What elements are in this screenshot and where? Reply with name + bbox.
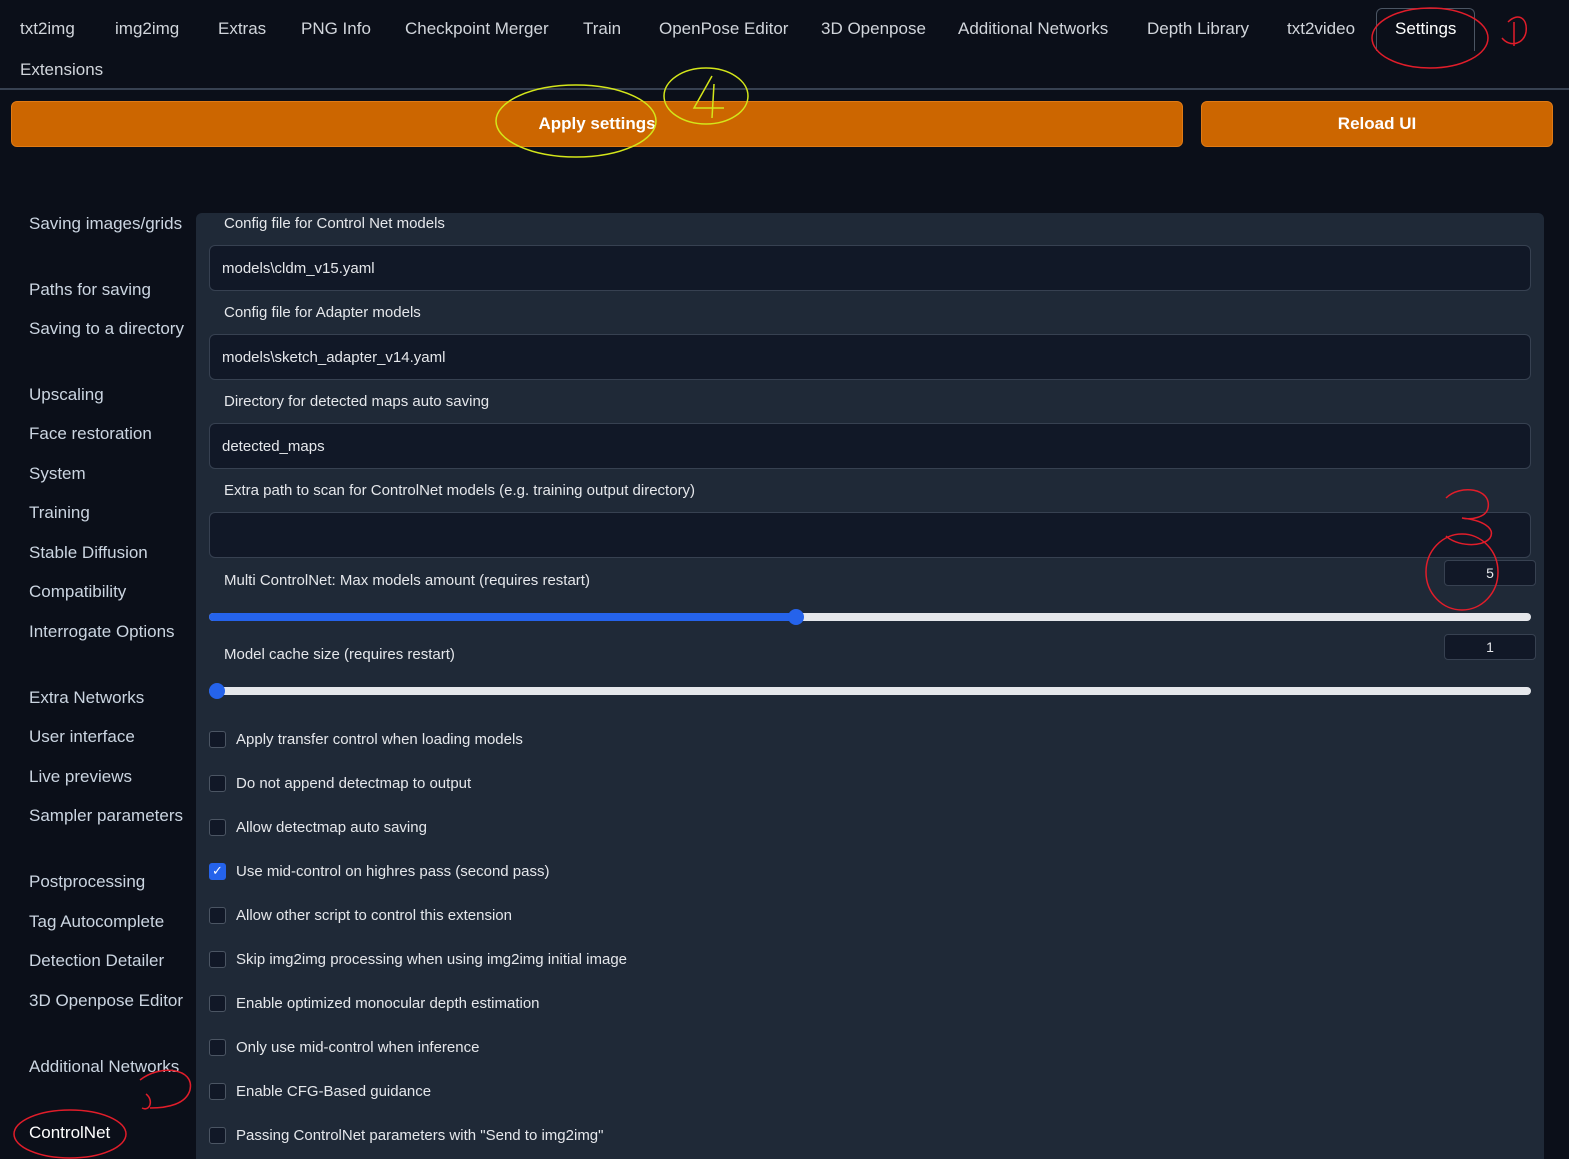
checkbox-label: Do not append detectmap to output — [236, 774, 472, 792]
sidebar-item-live-previews[interactable]: Live previews — [29, 764, 189, 790]
checkbox-label: Skip img2img processing when using img2i… — [236, 950, 628, 968]
cache-size-slider-thumb[interactable] — [209, 683, 225, 699]
checkbox-cfg-guidance[interactable]: Enable CFG-Based guidance — [209, 1081, 431, 1101]
checkbox-send-to-img2img[interactable]: Passing ControlNet parameters with "Send… — [209, 1125, 603, 1145]
sidebar-item-training[interactable]: Training — [29, 500, 189, 526]
checkbox-box[interactable] — [209, 1038, 226, 1056]
tab-txt2img[interactable]: txt2img — [20, 19, 75, 39]
tab-img2img[interactable]: img2img — [115, 19, 179, 39]
checkbox-transfer-control[interactable]: Apply transfer control when loading mode… — [209, 729, 523, 749]
sidebar-item-face-restoration[interactable]: Face restoration — [29, 421, 189, 447]
config-adapter-label: Config file for Adapter models — [224, 304, 421, 321]
checkbox-label: Passing ControlNet parameters with "Send… — [236, 1126, 604, 1144]
tab-settings[interactable]: Settings — [1376, 8, 1476, 51]
tab-png-info[interactable]: PNG Info — [301, 19, 371, 39]
checkbox-box[interactable] — [209, 730, 226, 748]
checkbox-other-script-control[interactable]: Allow other script to control this exten… — [209, 905, 512, 925]
cache-size-slider[interactable] — [209, 683, 1531, 699]
sidebar-item-extra-networks[interactable]: Extra Networks — [29, 685, 189, 711]
extra-path-input[interactable] — [209, 512, 1531, 558]
checkbox-detectmap-auto-saving[interactable]: Allow detectmap auto saving — [209, 817, 427, 837]
sidebar-item-upscaling[interactable]: Upscaling — [29, 382, 189, 408]
extra-path-label: Extra path to scan for ControlNet models… — [224, 482, 696, 499]
tab-depth-library[interactable]: Depth Library — [1147, 19, 1249, 39]
checkbox-box[interactable] — [209, 1126, 226, 1144]
max-models-number[interactable]: 5 — [1444, 560, 1536, 586]
sidebar-item-user-interface[interactable]: User interface — [29, 724, 189, 750]
checkbox-mid-control-inference[interactable]: Only use mid-control when inference — [209, 1037, 479, 1057]
tab-extensions[interactable]: Extensions — [20, 60, 103, 80]
max-models-slider-fill — [209, 613, 796, 621]
sidebar-item-stable-diffusion[interactable]: Stable Diffusion — [29, 540, 189, 566]
tab-additional-networks[interactable]: Additional Networks — [958, 19, 1108, 39]
checkbox-label: Allow detectmap auto saving — [236, 818, 427, 836]
max-models-slider-thumb[interactable] — [787, 609, 804, 625]
sidebar-item-controlnet[interactable]: ControlNet — [29, 1120, 189, 1146]
checkbox-label: Apply transfer control when loading mode… — [236, 730, 523, 748]
tab-3d-openpose[interactable]: 3D Openpose — [821, 19, 926, 39]
sidebar-item-3d-openpose-editor[interactable]: 3D Openpose Editor — [29, 988, 189, 1014]
sidebar-item-saving-directory[interactable]: Saving to a directory — [29, 316, 189, 342]
tab-checkpoint-merger[interactable]: Checkpoint Merger — [405, 19, 549, 39]
checkbox-label: Enable optimized monocular depth estimat… — [236, 994, 540, 1012]
checkbox-no-append-detectmap[interactable]: Do not append detectmap to output — [209, 773, 471, 793]
reload-ui-button[interactable]: Reload UI — [1201, 101, 1553, 147]
checkbox-label: Enable CFG-Based guidance — [236, 1082, 432, 1100]
sidebar-item-sampler-parameters[interactable]: Sampler parameters — [29, 803, 189, 829]
checkbox-box[interactable] — [209, 774, 226, 792]
tab-train[interactable]: Train — [583, 19, 621, 39]
checkbox-box[interactable] — [209, 950, 226, 968]
settings-sidebar: Saving images/grids Paths for saving Sav… — [0, 205, 196, 1159]
checkbox-label: Use mid-control on highres pass (second … — [236, 862, 550, 880]
checkbox-label: Allow other script to control this exten… — [236, 906, 512, 924]
checkbox-box[interactable] — [209, 906, 226, 924]
max-models-label: Multi ControlNet: Max models amount (req… — [224, 572, 590, 589]
detected-dir-input[interactable]: detected_maps — [209, 423, 1531, 469]
tab-extras[interactable]: Extras — [218, 19, 266, 39]
sidebar-item-detection-detailer[interactable]: Detection Detailer — [29, 948, 189, 974]
checkbox-box[interactable]: ✓ — [209, 862, 226, 880]
config-adapter-input[interactable]: models\sketch_adapter_v14.yaml — [209, 334, 1531, 380]
sidebar-item-system[interactable]: System — [29, 461, 189, 487]
controlnet-settings-panel: Config file for Control Net models model… — [196, 213, 1544, 1159]
sidebar-item-postprocessing[interactable]: Postprocessing — [29, 869, 189, 895]
checkbox-box[interactable] — [209, 994, 226, 1012]
max-models-slider[interactable] — [209, 609, 1531, 625]
tab-txt2video[interactable]: txt2video — [1287, 19, 1355, 39]
checkbox-box[interactable] — [209, 818, 226, 836]
cache-size-label: Model cache size (requires restart) — [224, 646, 455, 663]
sidebar-item-saving-images[interactable]: Saving images/grids — [29, 211, 189, 237]
sidebar-item-tag-autocomplete[interactable]: Tag Autocomplete — [29, 909, 189, 935]
checkbox-monocular-depth[interactable]: Enable optimized monocular depth estimat… — [209, 993, 540, 1013]
sidebar-item-compatibility[interactable]: Compatibility — [29, 579, 189, 605]
sidebar-item-interrogate[interactable]: Interrogate Options — [29, 619, 189, 645]
sidebar-item-additional-networks[interactable]: Additional Networks — [29, 1054, 189, 1080]
checkbox-mid-control-highres[interactable]: ✓ Use mid-control on highres pass (secon… — [209, 861, 549, 881]
checkbox-skip-img2img[interactable]: Skip img2img processing when using img2i… — [209, 949, 627, 969]
tab-bar: txt2img img2img Extras PNG Info Checkpoi… — [0, 0, 1569, 90]
tab-openpose-editor[interactable]: OpenPose Editor — [659, 19, 788, 39]
checkbox-box[interactable] — [209, 1082, 226, 1100]
cache-size-number[interactable]: 1 — [1444, 634, 1536, 660]
sidebar-item-paths[interactable]: Paths for saving — [29, 277, 189, 303]
apply-settings-button[interactable]: Apply settings — [11, 101, 1183, 147]
config-cn-label: Config file for Control Net models — [224, 215, 445, 232]
detected-dir-label: Directory for detected maps auto saving — [224, 393, 490, 410]
config-cn-input[interactable]: models\cldm_v15.yaml — [209, 245, 1531, 291]
checkbox-label: Only use mid-control when inference — [236, 1038, 480, 1056]
